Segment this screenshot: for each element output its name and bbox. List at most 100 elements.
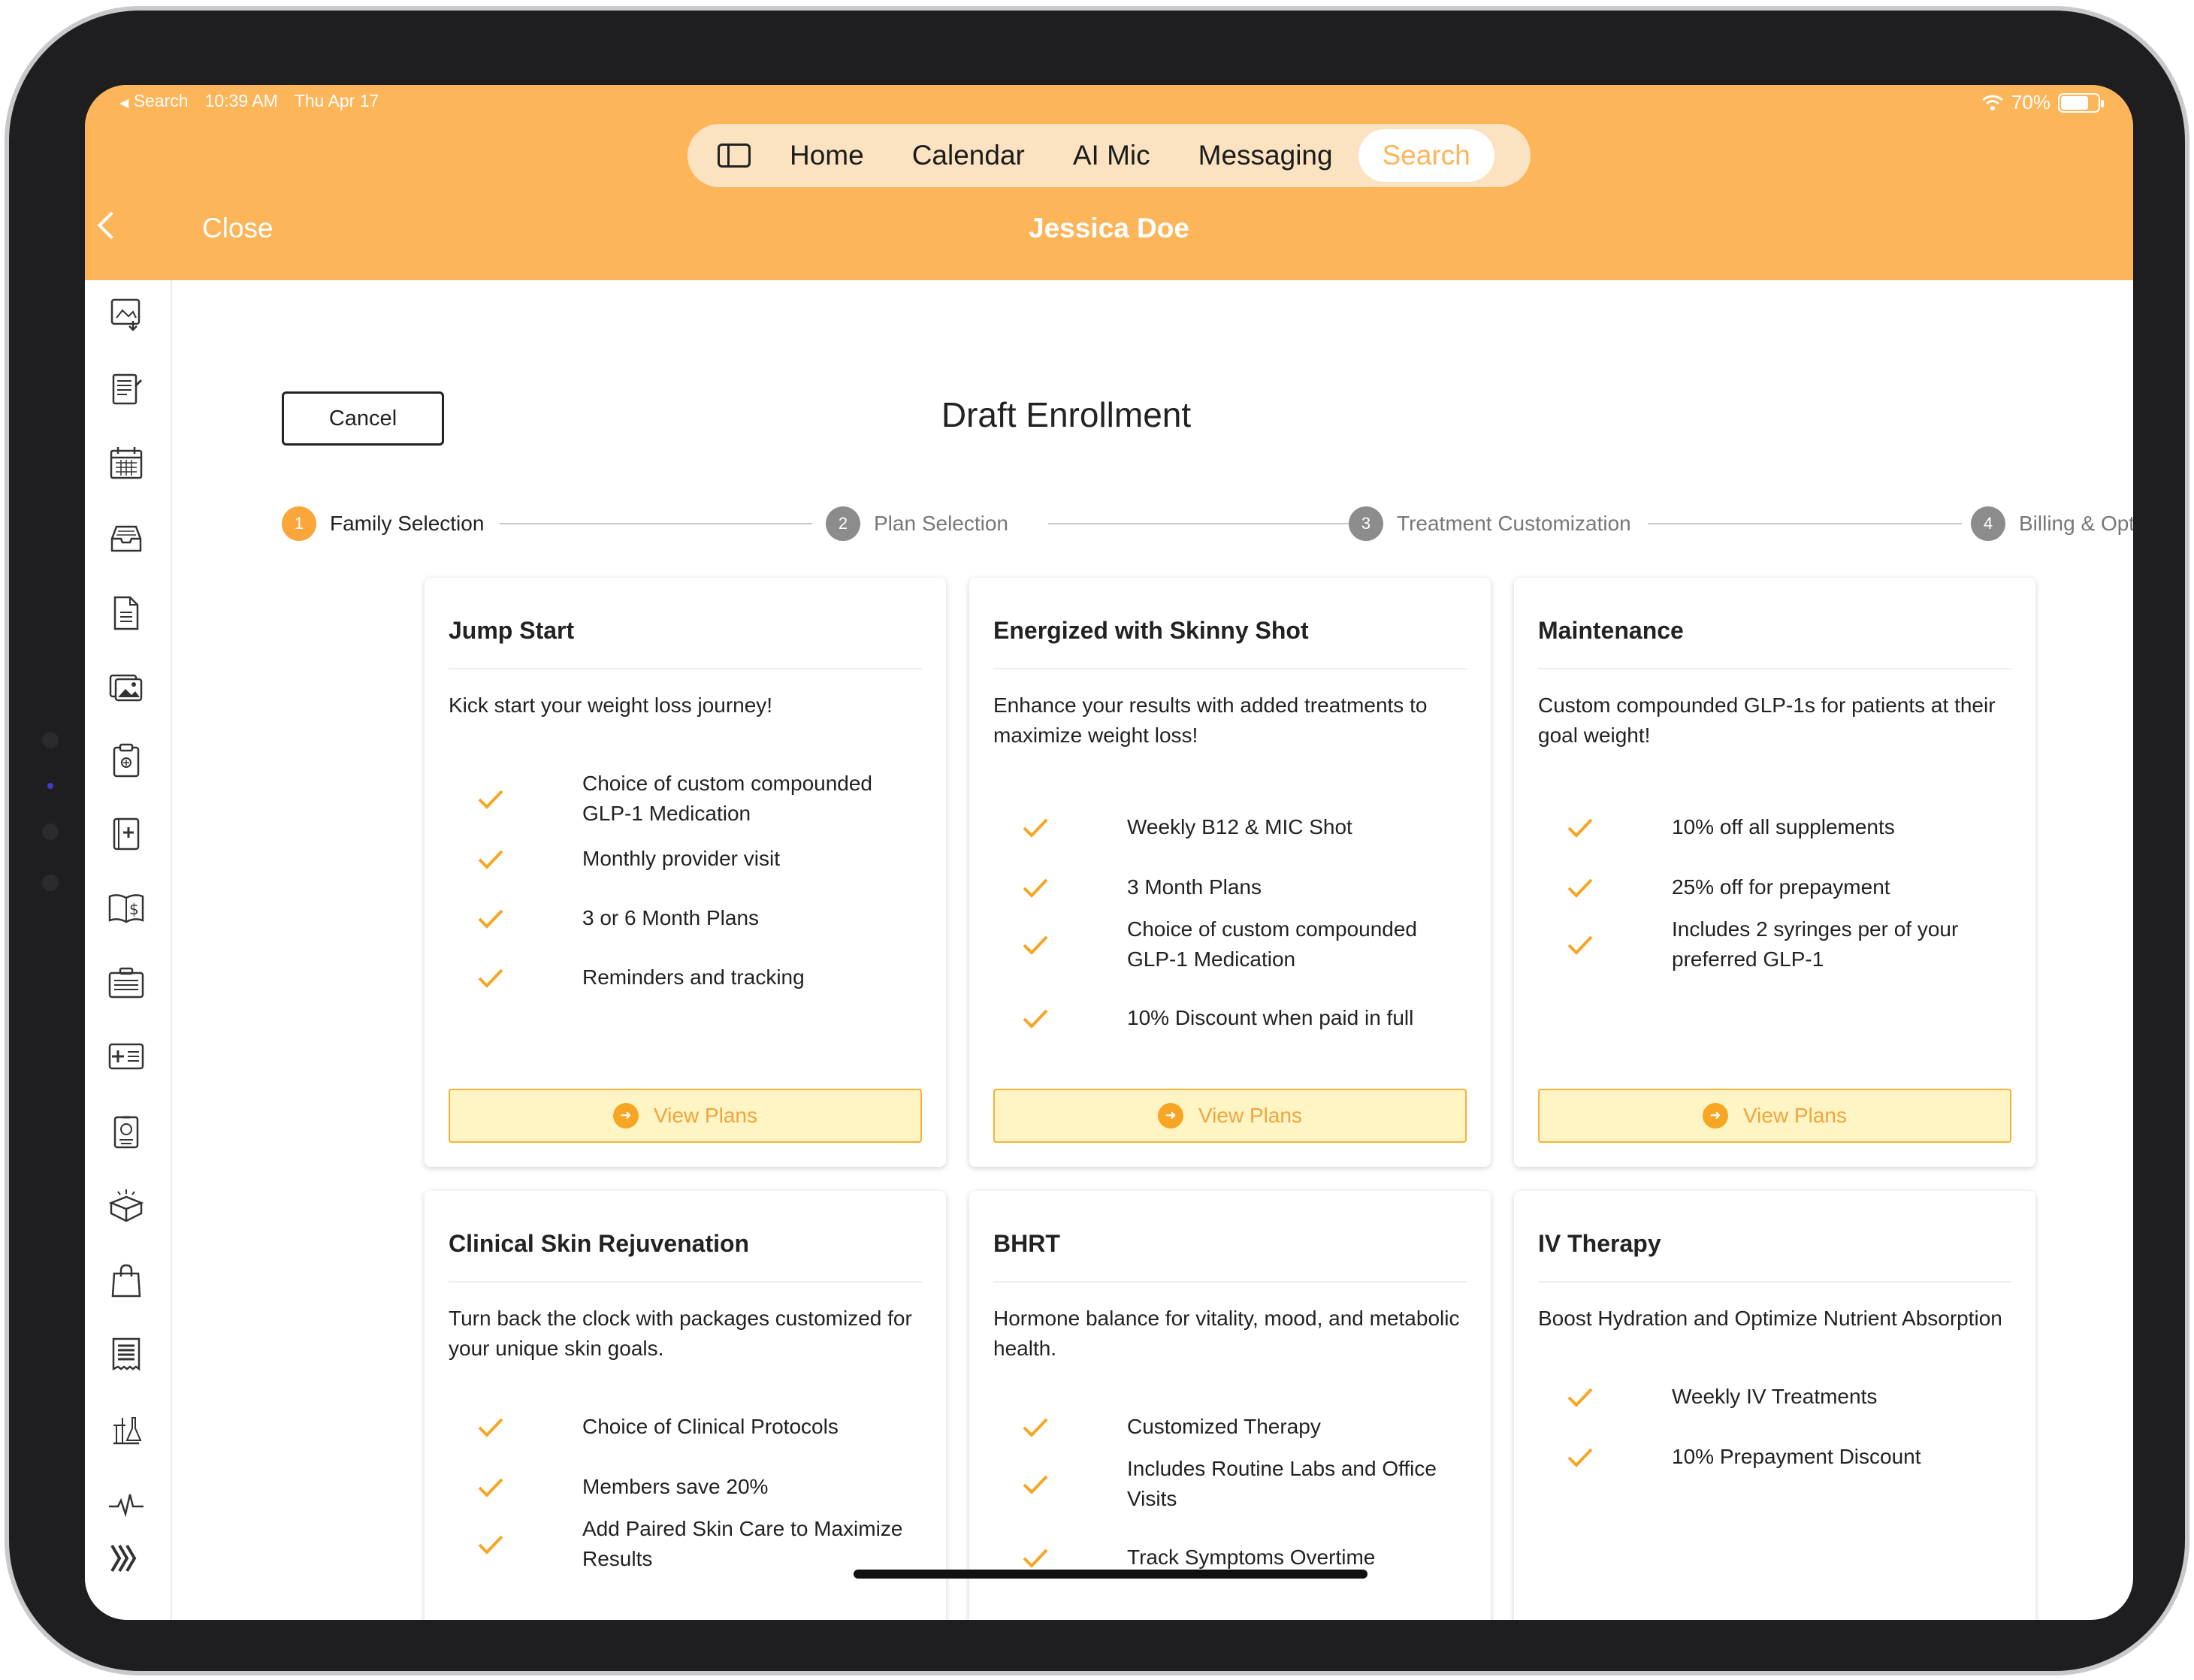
step-treatment-customization[interactable]: 3 Treatment Customization xyxy=(1349,506,1631,542)
step-label: Plan Selection xyxy=(874,512,1009,535)
document-icon[interactable] xyxy=(107,594,145,632)
check-icon xyxy=(1023,935,1048,955)
feature-text: Choice of custom compounded GLP-1 Medica… xyxy=(1127,917,1417,971)
tab-home[interactable]: Home xyxy=(790,140,864,171)
badge-icon[interactable] xyxy=(107,1113,145,1150)
medical-book-icon[interactable] xyxy=(107,815,145,853)
clipboard-icon[interactable] xyxy=(107,742,145,779)
card-description: Hormone balance for vitality, mood, and … xyxy=(993,1307,1460,1360)
feature-text: 25% off for prepayment xyxy=(1672,875,1890,899)
plan-card-clinical-skin-rejuvenation: Clinical Skin Rejuvenation Turn back the… xyxy=(425,1191,946,1620)
feature-text: 10% Discount when paid in full xyxy=(1127,1006,1414,1029)
image-download-icon[interactable] xyxy=(107,295,145,333)
step-number: 2 xyxy=(826,506,860,541)
billing-book-icon[interactable]: $ xyxy=(107,889,145,926)
check-icon xyxy=(1567,878,1593,898)
feature-text: Customized Therapy xyxy=(1127,1415,1321,1438)
feature-item: Includes Routine Labs and Office Visits xyxy=(993,1454,1468,1514)
view-plans-button[interactable]: View Plans xyxy=(1538,1089,2011,1143)
lab-icon[interactable] xyxy=(107,1410,145,1448)
feature-item: Choice of Clinical Protocols xyxy=(449,1412,923,1442)
feature-text: Members save 20% xyxy=(582,1475,769,1498)
home-indicator[interactable] xyxy=(854,1570,1367,1579)
status-bar: ◀ Search 10:39 AM Thu Apr 17 xyxy=(119,91,379,111)
step-family-selection[interactable]: 1 Family Selection xyxy=(282,506,484,542)
check-icon xyxy=(1023,1475,1048,1494)
step-label: Billing & Options xyxy=(2019,512,2133,535)
card-title: BHRT xyxy=(993,1230,1060,1257)
step-label: Family Selection xyxy=(330,512,485,535)
feature-item: Weekly B12 & MIC Shot xyxy=(993,812,1468,842)
feature-text: 10% Prepayment Discount xyxy=(1672,1445,1921,1468)
tab-ai-mic[interactable]: AI Mic xyxy=(1073,140,1150,171)
check-icon xyxy=(1023,818,1048,838)
sidebar-toggle-icon[interactable] xyxy=(718,144,751,168)
battery-percent: 70% xyxy=(2011,91,2050,113)
inbox-tray-icon[interactable] xyxy=(107,519,145,557)
expand-icon[interactable] xyxy=(107,1539,145,1577)
receipt-icon[interactable] xyxy=(107,1335,145,1373)
view-plans-button[interactable]: View Plans xyxy=(993,1089,1467,1143)
nav-row: Close Jessica Doe xyxy=(85,211,2133,258)
check-icon xyxy=(1567,1448,1593,1467)
step-number: 3 xyxy=(1349,506,1383,541)
package-icon[interactable] xyxy=(107,1186,145,1224)
feature-text: Add Paired Skin Care to Maximize Results xyxy=(582,1517,903,1570)
vitals-icon[interactable] xyxy=(107,1485,145,1523)
wifi-icon xyxy=(1982,95,2003,110)
tablet-frame: ◀ Search 10:39 AM Thu Apr 17 70% Home Ca… xyxy=(5,6,2189,1675)
feature-text: Monthly provider visit xyxy=(582,847,780,870)
feature-item: 10% Discount when paid in full xyxy=(993,1003,1468,1033)
photos-icon[interactable] xyxy=(107,668,145,706)
tab-search[interactable]: Search xyxy=(1358,129,1494,182)
tab-calendar[interactable]: Calendar xyxy=(912,140,1025,171)
check-icon xyxy=(1023,1549,1048,1568)
check-icon xyxy=(1023,878,1048,898)
step-billing-options[interactable]: 4 Billing & Options xyxy=(1971,506,2133,542)
view-plans-button[interactable]: View Plans xyxy=(449,1089,922,1143)
card-description: Kick start your weight loss journey! xyxy=(449,693,773,717)
id-card-icon[interactable] xyxy=(107,1038,145,1075)
check-icon xyxy=(1023,1418,1048,1437)
main-content: Cancel Draft Enrollment 1 Family Selecti… xyxy=(174,280,2133,1620)
status-right: 70% xyxy=(1981,91,2104,114)
top-tab-bar: Home Calendar AI Mic Messaging Search xyxy=(688,124,1531,187)
feature-text: Choice of custom compounded GLP-1 Medica… xyxy=(582,772,872,825)
check-icon xyxy=(478,1535,503,1555)
feature-item: Track Symptoms Overtime xyxy=(993,1543,1468,1573)
view-plans-label: View Plans xyxy=(653,1104,757,1127)
feature-text: Weekly B12 & MIC Shot xyxy=(1127,815,1352,838)
back-to-app[interactable]: ◀ Search xyxy=(119,91,189,111)
feature-item: Includes 2 syringes per of your preferre… xyxy=(1538,914,2013,974)
plan-card-bhrt: BHRT Hormone balance for vitality, mood,… xyxy=(969,1191,1491,1620)
check-icon xyxy=(1023,1009,1048,1029)
feature-item: Customized Therapy xyxy=(993,1412,1468,1442)
feature-item: Members save 20% xyxy=(449,1472,923,1502)
calendar-icon[interactable] xyxy=(107,444,145,482)
step-plan-selection[interactable]: 2 Plan Selection xyxy=(826,506,1008,542)
shopping-bag-icon[interactable] xyxy=(107,1262,145,1299)
notes-icon[interactable] xyxy=(107,370,145,408)
feature-text: Choice of Clinical Protocols xyxy=(582,1415,839,1438)
card-title: Clinical Skin Rejuvenation xyxy=(449,1230,750,1257)
feature-text: Includes Routine Labs and Office Visits xyxy=(1127,1457,1437,1510)
plan-card-iv-therapy: IV Therapy Boost Hydration and Optimize … xyxy=(1514,1191,2035,1620)
card-title: Energized with Skinny Shot xyxy=(993,617,1309,644)
plan-card-jump-start: Jump Start Kick start your weight loss j… xyxy=(425,578,946,1167)
briefcase-list-icon[interactable] xyxy=(107,964,145,1002)
tab-messaging[interactable]: Messaging xyxy=(1198,140,1333,171)
card-title: Maintenance xyxy=(1538,617,1684,644)
card-divider xyxy=(449,668,922,669)
feature-item: 3 or 6 Month Plans xyxy=(449,903,923,933)
step-number: 4 xyxy=(1971,506,2005,541)
arrow-right-circle-icon xyxy=(1157,1103,1183,1129)
view-plans-label: View Plans xyxy=(1198,1104,1302,1127)
feature-item: Add Paired Skin Care to Maximize Results xyxy=(449,1514,923,1574)
feature-item: Reminders and tracking xyxy=(449,962,923,993)
check-icon xyxy=(1567,935,1593,955)
plan-card-maintenance: Maintenance Custom compounded GLP-1s for… xyxy=(1514,578,2035,1167)
card-divider xyxy=(1538,1281,2011,1283)
check-icon xyxy=(478,1478,503,1497)
enrollment-stepper: 1 Family Selection 2 Plan Selection 3 Tr… xyxy=(282,506,2133,551)
card-divider xyxy=(449,1281,922,1283)
